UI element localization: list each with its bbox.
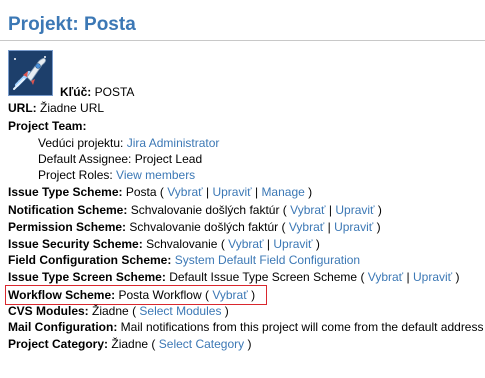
paren: (	[159, 185, 164, 199]
issue-type-scheme-row: Issue Type Scheme: Posta ( Vybrať | Upra…	[8, 184, 312, 200]
issue-security-scheme-label: Issue Security Scheme:	[8, 237, 143, 251]
project-category-row: Project Category: Žiadne ( Select Catego…	[8, 336, 252, 352]
issue-type-screen-scheme-label: Issue Type Screen Scheme:	[8, 270, 166, 284]
field-configuration-scheme-row: Field Configuration Scheme: System Defau…	[8, 252, 360, 268]
cvs-modules-row: CVS Modules: Žiadne ( Select Modules )	[8, 303, 229, 319]
paren: )	[315, 237, 320, 251]
paren: )	[247, 337, 252, 351]
permission-scheme-row: Permission Scheme: Schvalovanie došlých …	[8, 219, 381, 235]
key-value: POSTA	[94, 85, 135, 99]
paren: )	[377, 203, 382, 217]
mail-configuration-value: Mail notifications from this project wil…	[120, 320, 484, 334]
cvs-modules-value: Žiadne	[92, 304, 129, 318]
project-avatar[interactable]	[8, 50, 53, 96]
issue-type-scheme-manage-link[interactable]: Manage	[261, 185, 304, 199]
cvs-modules-label: CVS Modules:	[8, 304, 89, 318]
select-modules-link[interactable]: Select Modules	[139, 304, 221, 318]
paren: )	[224, 304, 229, 318]
separator: |	[327, 220, 331, 234]
workflow-scheme-row: Workflow Scheme: Posta Workflow ( Vybrať…	[8, 287, 255, 303]
separator: |	[328, 203, 333, 217]
key-label: Kľúč:	[60, 85, 92, 99]
issue-type-scheme-select-link[interactable]: Vybrať	[167, 185, 202, 199]
notification-scheme-edit-link[interactable]: Upraviť	[335, 203, 374, 217]
paren: )	[376, 220, 381, 234]
issue-security-scheme-select-link[interactable]: Vybrať	[228, 237, 263, 251]
paren: (	[360, 270, 365, 284]
url-row: URL: Žiadne URL	[8, 100, 104, 116]
notification-scheme-value: Schvalovanie došlých faktúr	[130, 203, 280, 217]
permission-scheme-label: Permission Scheme:	[8, 220, 127, 234]
paren: (	[281, 220, 286, 234]
project-team-label: Project Team:	[8, 119, 87, 133]
issue-security-scheme-edit-link[interactable]: Upraviť	[273, 237, 312, 251]
issue-type-screen-scheme-row: Issue Type Screen Scheme: Default Issue …	[8, 269, 460, 285]
issue-type-screen-scheme-value: Default Issue Type Screen Scheme	[169, 270, 358, 284]
mail-configuration-label: Mail Configuration:	[8, 320, 118, 334]
project-roles-row: Project Roles: View members	[38, 167, 195, 183]
separator: |	[266, 237, 271, 251]
issue-type-screen-scheme-select-link[interactable]: Vybrať	[368, 270, 403, 284]
issue-type-screen-scheme-edit-link[interactable]: Upraviť	[413, 270, 452, 284]
workflow-scheme-label: Workflow Scheme:	[8, 288, 116, 302]
separator: |	[254, 185, 259, 199]
field-configuration-scheme-label: Field Configuration Scheme:	[8, 253, 172, 267]
workflow-scheme-select-link[interactable]: Vybrať	[212, 288, 247, 302]
notification-scheme-label: Notification Scheme:	[8, 203, 128, 217]
default-assignee-value: Project Lead	[134, 152, 203, 166]
project-team-row: Project Team:	[8, 118, 86, 134]
project-category-label: Project Category:	[8, 337, 109, 351]
issue-security-scheme-value: Schvalovanie	[146, 237, 218, 251]
title-bar: Projekt: Posta	[0, 6, 485, 41]
url-label: URL:	[8, 101, 37, 115]
permission-scheme-value: Schvalovanie došlých faktúr	[129, 220, 279, 234]
permission-scheme-select-link[interactable]: Vybrať	[289, 220, 324, 234]
notification-scheme-row: Notification Scheme: Schvalovanie došlýc…	[8, 202, 382, 218]
project-lead-label: Vedúci projektu:	[38, 136, 124, 150]
paren: (	[220, 237, 225, 251]
paren: )	[455, 270, 460, 284]
paren: (	[204, 288, 209, 302]
paren: (	[132, 304, 137, 318]
project-roles-label: Project Roles:	[38, 168, 113, 182]
paren: )	[308, 185, 313, 199]
issue-type-scheme-edit-link[interactable]: Upraviť	[212, 185, 251, 199]
page-title: Projekt: Posta	[8, 14, 136, 35]
project-lead-link[interactable]: Jira Administrator	[127, 136, 220, 150]
issue-security-scheme-row: Issue Security Scheme: Schvalovanie ( Vy…	[8, 236, 320, 252]
field-configuration-scheme-link[interactable]: System Default Field Configuration	[175, 253, 360, 267]
paren: (	[282, 203, 287, 217]
issue-type-scheme-label: Issue Type Scheme:	[8, 185, 123, 199]
select-category-link[interactable]: Select Category	[159, 337, 244, 351]
mail-configuration-row: Mail Configuration: Mail notifications f…	[8, 319, 485, 335]
permission-scheme-edit-link[interactable]: Upraviť	[334, 220, 373, 234]
paren: (	[151, 337, 156, 351]
separator: |	[205, 185, 210, 199]
project-key-row: Kľúč: POSTA	[60, 84, 134, 100]
issue-type-scheme-value: Posta	[125, 185, 157, 199]
workflow-scheme-value: Posta Workflow	[118, 288, 202, 302]
paren: )	[251, 288, 256, 302]
view-members-link[interactable]: View members	[116, 168, 195, 182]
notification-scheme-select-link[interactable]: Vybrať	[290, 203, 325, 217]
project-lead-row: Vedúci projektu: Jira Administrator	[38, 135, 219, 151]
url-value: Žiadne URL	[40, 101, 105, 115]
rocket-icon	[9, 51, 52, 95]
default-assignee-row: Default Assignee: Project Lead	[38, 151, 202, 167]
project-category-value: Žiadne	[111, 337, 149, 351]
default-assignee-label: Default Assignee:	[38, 152, 132, 166]
project-admin-page: Projekt: Posta Kľúč: POSTA URL: Žiadne U…	[0, 0, 485, 378]
separator: |	[406, 270, 410, 284]
